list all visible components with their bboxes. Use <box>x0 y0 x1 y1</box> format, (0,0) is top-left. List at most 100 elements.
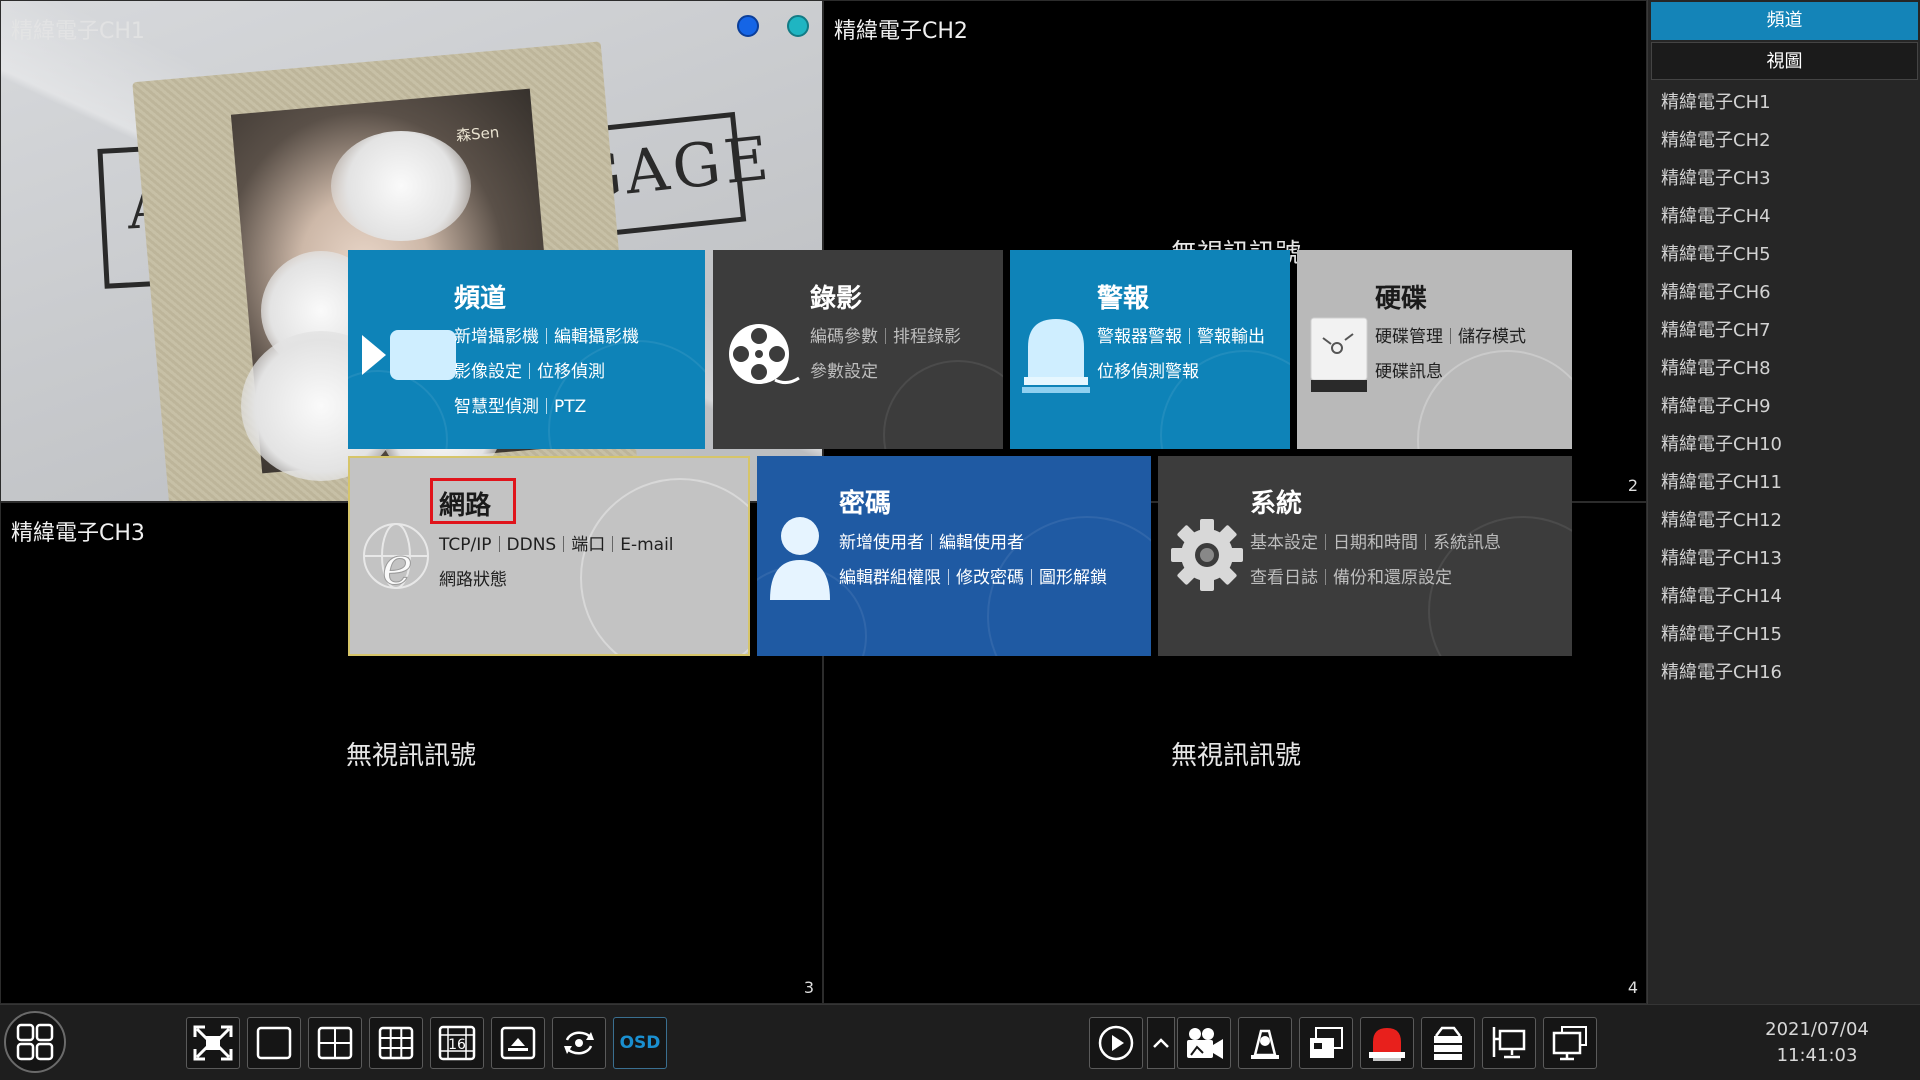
menu-link-record-params[interactable]: 參數設定 <box>810 362 878 382</box>
channel-list-item[interactable]: 精緯電子CH4 <box>1661 198 1782 236</box>
layout-9-button[interactable] <box>369 1017 423 1069</box>
menu-tile-password[interactable]: 密碼 新增使用者 編輯使用者 編輯群組權限 修改密碼 圖形解鎖 <box>757 456 1151 656</box>
screenshot-button[interactable] <box>1299 1017 1353 1069</box>
channel-number: 3 <box>803 978 814 997</box>
layout-16-button[interactable]: 16 <box>430 1017 484 1069</box>
quad-view-icon <box>317 1026 353 1060</box>
no-signal-text: 無視訊訊號 <box>1171 741 1302 771</box>
channel-list-item[interactable]: 精緯電子CH7 <box>1661 312 1782 350</box>
menu-tile-alarm[interactable]: 警報 警報器警報 警報輸出 位移偵測警報 <box>1010 250 1290 449</box>
tile-title: 頻道 <box>454 284 507 314</box>
network-info-button[interactable] <box>1482 1017 1536 1069</box>
network-monitor-icon <box>1492 1027 1526 1059</box>
camera-icon <box>362 330 456 380</box>
playback-button[interactable] <box>1089 1017 1143 1069</box>
menu-tile-record[interactable]: 錄影 編碼參數 排程錄影 參數設定 <box>713 250 1003 449</box>
tile-title: 硬碟 <box>1375 284 1428 314</box>
play-icon <box>1098 1025 1134 1061</box>
channel-list-item[interactable]: 精緯電子CH5 <box>1661 236 1782 274</box>
menu-link-email[interactable]: E-mail <box>620 535 673 555</box>
menu-link-add-camera[interactable]: 新增攝影機 <box>454 327 539 347</box>
channel-list-item[interactable]: 精緯電子CH13 <box>1661 540 1782 578</box>
menu-link-port[interactable]: 端口 <box>571 535 605 555</box>
channel-list-item[interactable]: 精緯電子CH6 <box>1661 274 1782 312</box>
camera-title: 精緯電子CH2 <box>834 19 968 44</box>
channel-list-item[interactable]: 精緯電子CH2 <box>1661 122 1782 160</box>
manual-alarm-button[interactable] <box>1238 1017 1292 1069</box>
pip-button[interactable] <box>491 1017 545 1069</box>
menu-link-add-user[interactable]: 新增使用者 <box>839 533 924 553</box>
menu-link-disk-info[interactable]: 硬碟訊息 <box>1375 362 1443 382</box>
channel-list-item[interactable]: 精緯電子CH14 <box>1661 578 1782 616</box>
gear-icon <box>1171 519 1243 591</box>
menu-link-smart-detect[interactable]: 智慧型偵測 <box>454 397 539 417</box>
channel-list-item[interactable]: 精緯電子CH12 <box>1661 502 1782 540</box>
channel-list-item[interactable]: 精緯電子CH3 <box>1661 160 1782 198</box>
menu-link-edit-group[interactable]: 編輯群組權限 <box>839 568 941 588</box>
menu-link-date-time[interactable]: 日期和時間 <box>1333 533 1418 553</box>
menu-link-motion-alarm[interactable]: 位移偵測警報 <box>1097 362 1199 382</box>
menu-link-storage-mode[interactable]: 儲存模式 <box>1458 327 1526 347</box>
layout-4-button[interactable] <box>308 1017 362 1069</box>
snapshot-icon <box>1310 1027 1343 1058</box>
start-menu-button[interactable] <box>4 1011 66 1073</box>
menu-link-edit-camera[interactable]: 編輯攝影機 <box>554 327 639 347</box>
channel-list-item[interactable]: 精緯電子CH10 <box>1661 426 1782 464</box>
menu-link-disk-manage[interactable]: 硬碟管理 <box>1375 327 1443 347</box>
menu-link-image-settings[interactable]: 影像設定 <box>454 362 522 382</box>
menu-link-backup-restore[interactable]: 備份和還原設定 <box>1333 568 1452 588</box>
channel-list-item[interactable]: 精緯電子CH8 <box>1661 350 1782 388</box>
record-status-icon <box>737 15 759 37</box>
menu-link-basic-settings[interactable]: 基本設定 <box>1250 533 1318 553</box>
menu-link-pattern-unlock[interactable]: 圖形解鎖 <box>1039 568 1107 588</box>
tile-title: 系統 <box>1250 489 1303 519</box>
fullscreen-button[interactable] <box>186 1017 240 1069</box>
channel-list-item[interactable]: 精緯電子CH16 <box>1661 654 1782 692</box>
menu-link-change-password[interactable]: 修改密碼 <box>956 568 1024 588</box>
camera-title: 精緯電子CH3 <box>11 521 145 546</box>
tab-channel[interactable]: 頻道 <box>1651 2 1918 40</box>
tile-title: 警報 <box>1097 284 1150 314</box>
menu-link-alarm-output[interactable]: 警報輸出 <box>1197 327 1265 347</box>
channel-number: 2 <box>1627 476 1638 495</box>
disk-info-button[interactable] <box>1421 1017 1475 1069</box>
layout-1-button[interactable] <box>247 1017 301 1069</box>
chevron-up-icon <box>1153 1038 1169 1048</box>
menu-tile-network[interactable]: e 網路 TCP/IP DDNS 端口 E-mail 網路狀態 <box>348 456 750 656</box>
channel-list-item[interactable]: 精緯電子CH9 <box>1661 388 1782 426</box>
menu-link-encode-params[interactable]: 編碼參數 <box>810 327 878 347</box>
channel-list-item[interactable]: 精緯電子CH11 <box>1661 464 1782 502</box>
display-settings-button[interactable] <box>1543 1017 1597 1069</box>
menu-link-network-status[interactable]: 網路狀態 <box>439 570 507 590</box>
grid-menu-icon <box>16 1023 54 1061</box>
fullscreen-icon <box>193 1025 233 1061</box>
sixteen-view-icon: 16 <box>438 1025 476 1061</box>
osd-toggle-button[interactable]: OSD <box>613 1017 667 1069</box>
sequence-button[interactable] <box>552 1017 606 1069</box>
menu-link-tcpip[interactable]: TCP/IP <box>439 535 492 555</box>
playback-expand-button[interactable] <box>1147 1017 1175 1069</box>
menu-link-schedule-record[interactable]: 排程錄影 <box>893 327 961 347</box>
monitor-icon <box>1552 1026 1587 1061</box>
menu-link-ddns[interactable]: DDNS <box>507 535 557 555</box>
menu-tile-channel[interactable]: 頻道 新增攝影機 編輯攝影機 影像設定 位移偵測 智慧型偵測 PTZ <box>348 250 705 449</box>
menu-link-view-log[interactable]: 查看日誌 <box>1250 568 1318 588</box>
menu-link-sensor-alarm[interactable]: 警報器警報 <box>1097 327 1182 347</box>
channel-list-item[interactable]: 精緯電子CH1 <box>1661 84 1782 122</box>
menu-link-ptz[interactable]: PTZ <box>554 397 586 417</box>
channel-list-item[interactable]: 精緯電子CH15 <box>1661 616 1782 654</box>
globe-network-icon: e <box>363 523 429 598</box>
alarm-status-button[interactable] <box>1360 1017 1414 1069</box>
menu-tile-disk[interactable]: 硬碟 硬碟管理 儲存模式 硬碟訊息 <box>1297 250 1572 449</box>
menu-tile-system[interactable]: 系統 基本設定 日期和時間 系統訊息 查看日誌 備份和還原設定 <box>1158 456 1572 656</box>
manual-record-button[interactable] <box>1177 1017 1231 1069</box>
tab-view[interactable]: 視圖 <box>1651 42 1918 80</box>
date-display: 2021/07/04 <box>1765 1019 1869 1040</box>
photo-watermark: 森Sen <box>455 123 501 145</box>
menu-link-system-info[interactable]: 系統訊息 <box>1433 533 1501 553</box>
bottom-toolbar: 16 OSD 2021/07/04 11:41:03 <box>0 1004 1920 1080</box>
menu-link-edit-user[interactable]: 編輯使用者 <box>939 533 1024 553</box>
hard-disk-icon <box>1310 317 1368 392</box>
menu-link-motion-detect[interactable]: 位移偵測 <box>537 362 605 382</box>
tile-title: 密碼 <box>839 489 892 519</box>
